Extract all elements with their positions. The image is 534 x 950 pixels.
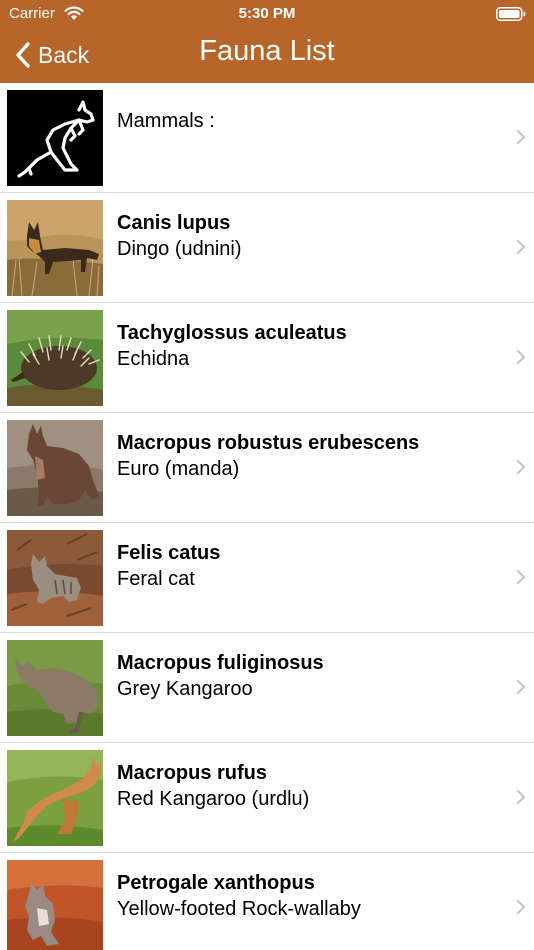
dingo-photo — [7, 200, 103, 296]
status-bar: Carrier 5:30 PM — [0, 0, 534, 28]
kangaroo-outline-icon — [7, 90, 103, 186]
scientific-name: Macropus fuliginosus — [117, 652, 324, 674]
chevron-right-icon — [517, 130, 525, 144]
list-item-red-kangaroo[interactable]: Macropus rufus Red Kangaroo (urdlu) — [0, 743, 534, 853]
common-name: Dingo (udnini) — [117, 238, 242, 260]
chevron-right-icon — [517, 570, 525, 584]
list-item-mammals[interactable]: Mammals : — [0, 83, 534, 193]
chevron-right-icon — [517, 350, 525, 364]
common-name: Grey Kangaroo — [117, 678, 253, 700]
list-item-dingo[interactable]: Canis lupus Dingo (udnini) — [0, 193, 534, 303]
common-name: Red Kangaroo (urdlu) — [117, 788, 310, 810]
chevron-right-icon — [517, 790, 525, 804]
list-item-echidna[interactable]: Tachyglossus aculeatus Echidna — [0, 303, 534, 413]
list-item-text: Tachyglossus aculeatus Echidna — [117, 321, 494, 373]
scientific-name: Petrogale xanthopus — [117, 872, 315, 894]
list-item-text: Petrogale xanthopus Yellow-footed Rock-w… — [117, 871, 494, 923]
grey-kangaroo-photo — [7, 640, 103, 736]
list-item-text: Canis lupus Dingo (udnini) — [117, 211, 494, 263]
app-screen: Carrier 5:30 PM Back Fauna List Mammals … — [0, 0, 534, 950]
fauna-list: Mammals : Canis lupus Dingo (udnini) Tac… — [0, 83, 534, 950]
list-item-text: Mammals : — [117, 110, 494, 133]
page-title: Fauna List — [199, 35, 335, 67]
euro-photo — [7, 420, 103, 516]
list-item-text: Macropus robustus erubescens Euro (manda… — [117, 431, 494, 483]
section-label: Mammals : — [117, 110, 215, 132]
common-name: Euro (manda) — [117, 458, 240, 480]
chevron-right-icon — [517, 460, 525, 474]
scientific-name: Macropus robustus erubescens — [117, 432, 420, 454]
list-item-feral-cat[interactable]: Felis catus Feral cat — [0, 523, 534, 633]
list-item-euro[interactable]: Macropus robustus erubescens Euro (manda… — [0, 413, 534, 523]
echidna-photo — [7, 310, 103, 406]
status-time: 5:30 PM — [238, 5, 296, 22]
scientific-name: Canis lupus — [117, 212, 231, 234]
list-item-grey-kangaroo[interactable]: Macropus fuliginosus Grey Kangaroo — [0, 633, 534, 743]
common-name: Feral cat — [117, 568, 195, 590]
scientific-name: Tachyglossus aculeatus — [117, 322, 347, 344]
common-name: Echidna — [117, 348, 190, 370]
battery-icon — [496, 7, 526, 21]
list-item-text: Macropus fuliginosus Grey Kangaroo — [117, 651, 494, 703]
list-item-text: Macropus rufus Red Kangaroo (urdlu) — [117, 761, 494, 813]
navigation-bar: Back Fauna List — [0, 28, 534, 83]
chevron-right-icon — [517, 680, 525, 694]
common-name: Yellow-footed Rock-wallaby — [117, 898, 361, 920]
rock-wallaby-photo — [7, 860, 103, 950]
scientific-name: Macropus rufus — [117, 762, 268, 784]
scientific-name: Felis catus — [117, 542, 221, 564]
feral-cat-photo — [7, 530, 103, 626]
chevron-right-icon — [517, 900, 525, 914]
chevron-right-icon — [517, 240, 525, 254]
red-kangaroo-photo — [7, 750, 103, 846]
list-item-rock-wallaby[interactable]: Petrogale xanthopus Yellow-footed Rock-w… — [0, 853, 534, 950]
list-item-text: Felis catus Feral cat — [117, 541, 494, 593]
